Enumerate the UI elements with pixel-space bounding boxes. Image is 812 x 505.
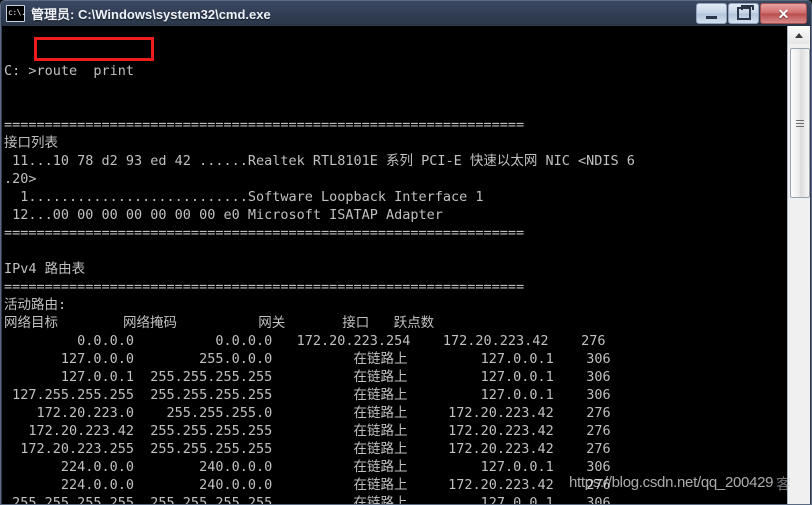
console-line: 224.0.0.0 240.0.0.0 在链路上 172.20.223.42 2… [4,477,611,493]
restore-icon [736,5,754,20]
console-line: ========================================… [4,279,525,295]
cmd-window: 管理员: C:\Windows\system32\cmd.exe ✕ C: >r… [0,0,812,505]
console-line: 活动路由: [4,297,67,313]
grip-icon [796,119,804,127]
console-line: 0.0.0.0 0.0.0.0 172.20.223.254 172.20.22… [4,333,606,349]
console-line: 网络目标 网络掩码 网关 接口 跃点数 [4,315,435,331]
chevron-up-icon [794,32,803,38]
console-line: ========================================… [4,117,525,133]
cmd-icon [6,5,25,22]
scroll-up-button[interactable] [788,26,809,44]
window-controls: ✕ [695,3,807,24]
minimize-button[interactable] [696,3,727,24]
prompt-line: C: >route print [4,63,135,79]
restore-button[interactable] [728,3,759,24]
console-line: 接口列表 [4,135,58,151]
console-line: 172.20.223.0 255.255.255.0 在链路上 172.20.2… [4,405,611,421]
console-scrollbar[interactable] [787,26,810,504]
scrollbar-thumb[interactable] [790,48,810,198]
console-line: 127.0.0.0 255.0.0.0 在链路上 127.0.0.1 306 [4,351,611,367]
console-line: 224.0.0.0 240.0.0.0 在链路上 127.0.0.1 306 [4,459,611,475]
console-line: .20> [4,171,37,187]
console-line: ========================================… [4,225,525,241]
console-line: 127.0.0.1 255.255.255.255 在链路上 127.0.0.1… [4,369,611,385]
console-line: 1...........................Software Loo… [4,189,484,205]
console-output[interactable]: C: >route print ========================… [2,26,788,505]
minimize-icon [706,15,717,19]
console-line: 172.20.223.255 255.255.255.255 在链路上 172.… [4,441,611,457]
console-line: 172.20.223.42 255.255.255.255 在链路上 172.2… [4,423,611,439]
close-button[interactable]: ✕ [760,3,807,24]
console-lines: ========================================… [4,116,788,505]
watermark-suffix: 客 [776,476,792,493]
console-line: 127.255.255.255 255.255.255.255 在链路上 127… [4,387,611,403]
close-icon: ✕ [777,5,790,22]
console-line: 11...10 78 d2 93 ed 42 ......Realtek RTL… [4,153,635,169]
console-line: 12...00 00 00 00 00 00 00 e0 Microsoft I… [4,207,443,223]
window-title: 管理员: C:\Windows\system32\cmd.exe [31,7,271,22]
title-bar[interactable]: 管理员: C:\Windows\system32\cmd.exe ✕ [1,1,811,26]
console-line: IPv4 路由表 [4,261,86,277]
console-line: 255.255.255.255 255.255.255.255 在链路上 127… [4,495,611,505]
